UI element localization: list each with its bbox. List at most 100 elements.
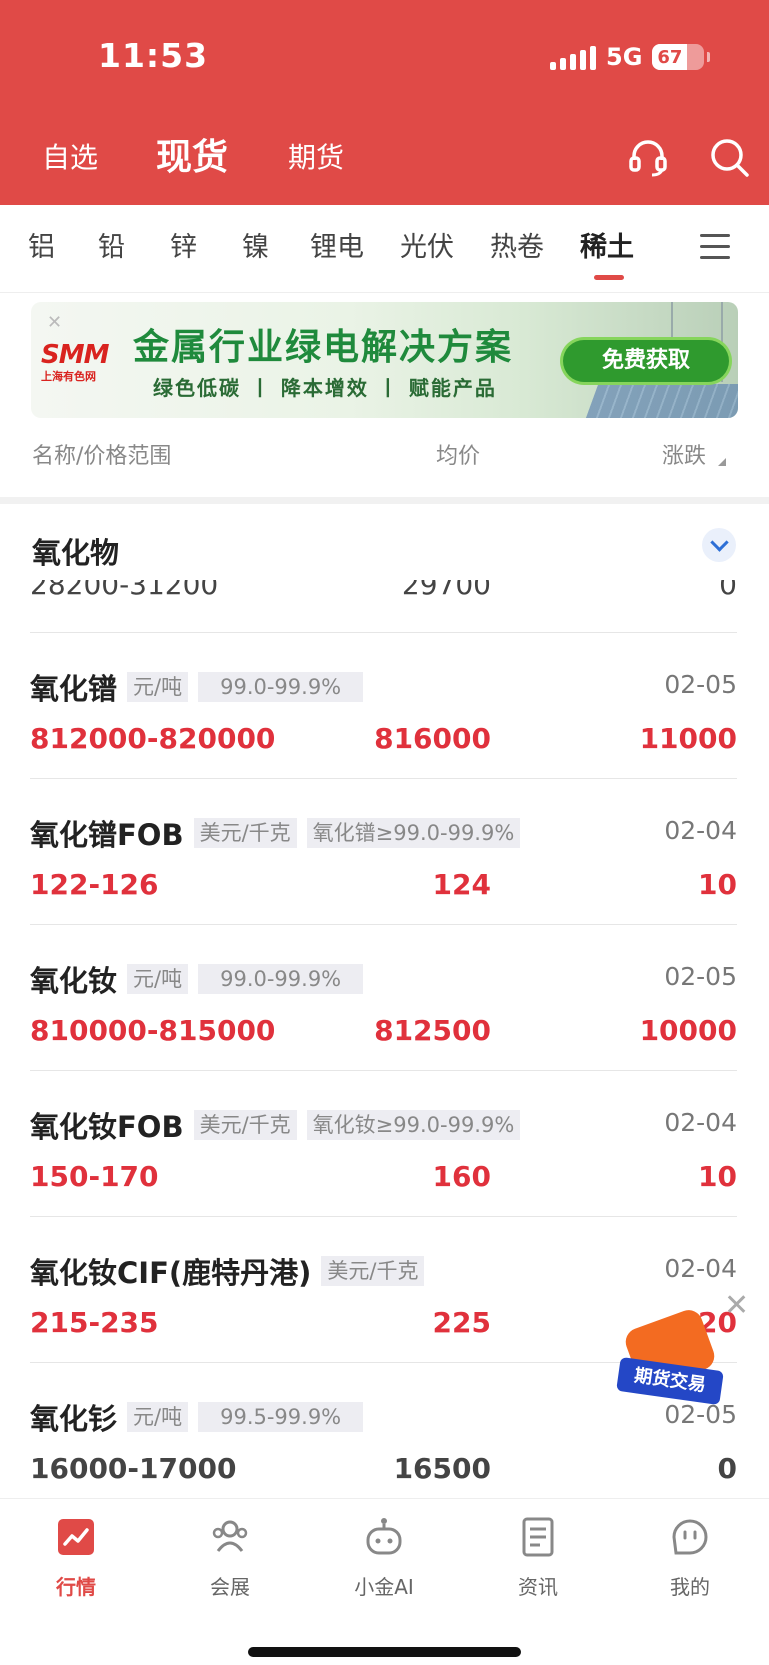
battery-icon: 67 [652, 44, 711, 70]
price-range: 16000-17000 [30, 1452, 237, 1485]
signal-icon [550, 44, 596, 70]
category-zinc[interactable]: 锌 [170, 225, 197, 264]
list-item[interactable]: 氧化钕 元/吨 99.0-99.9% 02-05 810000-815000 812… [0, 924, 769, 1070]
price-range: 812000-820000 [30, 722, 276, 755]
average-price: 16500 [393, 1452, 491, 1485]
unit-tag: 元/吨 [127, 1402, 189, 1432]
promo-banner[interactable]: ✕ SMM 上海有色网 金属行业绿电解决方案 绿色低碳 丨 降本增效 丨 赋能产… [31, 302, 738, 418]
item-name: 氧化钐 [30, 1402, 118, 1436]
category-nickel[interactable]: 镍 [242, 225, 269, 264]
document-icon [522, 1517, 554, 1557]
unit-tag: 美元/千克 [193, 818, 297, 848]
spec-tag: 99.0-99.9% [198, 964, 364, 994]
home-indicator[interactable] [248, 1647, 521, 1657]
status-indicators: 5G 67 [550, 40, 711, 74]
unit-tag: 美元/千克 [321, 1256, 425, 1286]
category-hot-rolled-coil[interactable]: 热卷 [490, 225, 544, 264]
nav-label: 小金AI [354, 1575, 414, 1599]
smm-logo: SMM 上海有色网 [41, 340, 109, 383]
price-range: 810000-815000 [30, 1014, 276, 1047]
column-change-sort[interactable]: 涨跌 [662, 438, 706, 470]
nav-ai-assistant[interactable]: 小金AI [324, 1515, 444, 1600]
average-price: 160 [432, 1160, 491, 1193]
column-header: 名称/价格范围 均价 涨跌 [0, 438, 769, 498]
average-price: 812500 [374, 1014, 491, 1047]
nav-exhibition[interactable]: 会展 [170, 1515, 290, 1600]
status-time: 11:53 [98, 36, 209, 75]
tab-spot[interactable]: 现货 [156, 128, 228, 188]
price-change: 11000 [639, 722, 737, 755]
profile-face-icon [672, 1519, 708, 1555]
app-header: 11:53 5G 67 自选 现货 期货 [0, 0, 769, 205]
category-aluminum[interactable]: 铝 [28, 225, 55, 264]
item-name: 氧化钕 [30, 964, 118, 998]
column-name: 名称/价格范围 [32, 444, 172, 469]
nav-profile[interactable]: 我的 [630, 1515, 750, 1600]
price-change: 10 [698, 1160, 737, 1193]
tab-futures[interactable]: 期货 [288, 128, 344, 188]
tab-watchlist[interactable]: 自选 [42, 128, 98, 188]
search-icon[interactable] [708, 136, 752, 180]
column-average: 均价 [436, 444, 481, 469]
category-rare-earth[interactable]: 稀土 [580, 225, 634, 264]
average-price: 124 [432, 868, 491, 901]
item-name: 氧化镨 [30, 672, 118, 706]
price-change: 10 [698, 868, 737, 901]
bottom-nav: 行情 会展 小金AI 资讯 我的 [0, 1498, 769, 1665]
price-range: 150-170 [30, 1160, 159, 1193]
list-item[interactable]: 氧化钕FOB 美元/千克 氧化钕≥99.0-99.9% 02-04 150-170 … [0, 1070, 769, 1216]
solar-panel-graphic [583, 384, 738, 418]
item-date: 02-04 [664, 1254, 737, 1283]
banner-subtitle: 绿色低碳 丨 降本增效 丨 赋能产品 [153, 376, 497, 400]
average-price: 816000 [374, 722, 491, 755]
section-header[interactable]: 氧化物 [0, 504, 769, 584]
nav-label: 会展 [210, 1575, 250, 1599]
close-icon[interactable]: ✕ [724, 1288, 749, 1323]
nav-label: 我的 [670, 1575, 710, 1599]
category-tabs: 铝 铅 锌 镍 锂电 光伏 热卷 稀土 [0, 205, 769, 293]
divider [0, 497, 769, 504]
item-date: 02-05 [664, 962, 737, 991]
section-title: 氧化物 [32, 536, 120, 570]
nav-news[interactable]: 资讯 [478, 1515, 598, 1600]
active-category-indicator [594, 275, 624, 280]
battery-level: 67 [657, 46, 683, 68]
banner-title: 金属行业绿电解决方案 [133, 327, 514, 368]
nav-market[interactable]: 行情 [16, 1515, 136, 1600]
spec-tag: 氧化镨≥99.0-99.9% [306, 818, 521, 848]
price-range: 215-235 [30, 1306, 159, 1339]
nav-label: 行情 [56, 1575, 96, 1599]
people-icon [212, 1520, 248, 1552]
list-item[interactable]: 氧化镨 元/吨 99.0-99.9% 02-05 812000-820000 816… [0, 632, 769, 778]
item-name: 氧化钕FOB [30, 1110, 184, 1144]
category-photovoltaic[interactable]: 光伏 [400, 225, 454, 264]
headset-icon[interactable] [626, 136, 670, 180]
list-item-partial[interactable]: 28200-31200 29700 0 [0, 580, 769, 604]
item-name: 氧化钕CIF(鹿特丹港) [30, 1256, 312, 1290]
list-item[interactable]: 氧化镨FOB 美元/千克 氧化镨≥99.0-99.9% 02-04 122-126 … [0, 778, 769, 924]
spec-tag: 99.0-99.9% [198, 672, 364, 702]
unit-tag: 元/吨 [127, 964, 189, 994]
item-name: 氧化镨FOB [30, 818, 184, 852]
banner-cta-button[interactable]: 免费获取 [563, 340, 729, 382]
item-date: 02-05 [664, 670, 737, 699]
nav-label: 资讯 [518, 1575, 558, 1599]
price-change: 0 [717, 1452, 737, 1485]
spec-tag: 氧化钕≥99.0-99.9% [306, 1110, 521, 1140]
network-label: 5G [606, 43, 643, 71]
category-lead[interactable]: 铅 [98, 225, 125, 264]
category-lithium-battery[interactable]: 锂电 [310, 225, 364, 264]
unit-tag: 元/吨 [127, 672, 189, 702]
average-price: 225 [432, 1306, 491, 1339]
item-date: 02-04 [664, 1108, 737, 1137]
banner-close-icon[interactable]: ✕ [47, 312, 62, 333]
price-range: 122-126 [30, 868, 159, 901]
futures-trading-widget[interactable]: 期货交易 [616, 1306, 724, 1410]
menu-icon[interactable] [700, 234, 730, 260]
unit-tag: 美元/千克 [193, 1110, 297, 1140]
price-change: 10000 [639, 1014, 737, 1047]
robot-icon [366, 1518, 402, 1555]
sort-caret-icon[interactable] [718, 458, 726, 466]
spec-tag: 99.5-99.9% [198, 1402, 364, 1432]
chevron-down-icon[interactable] [702, 528, 736, 562]
